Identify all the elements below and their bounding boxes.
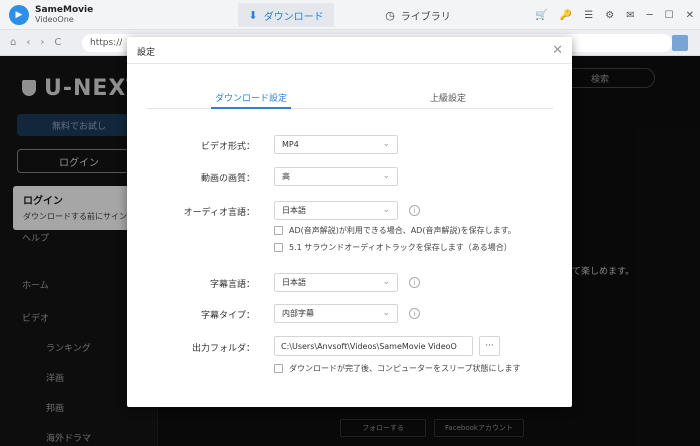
subtitle-type-label: 字幕タイプ： [200, 311, 255, 321]
output-folder-input[interactable]: C:\Users\Anvsoft\Videos\SameMovie VideoO [274, 336, 473, 356]
video-format-value: MP4 [282, 140, 299, 149]
window-controls: 🛒 🔑 ☰ ⚙ ✉ ─ ☐ ✕ [535, 0, 694, 30]
gear-icon[interactable]: ⚙ [605, 10, 614, 21]
subtitle-language-select[interactable]: 日本語 ⌄ [274, 273, 398, 292]
subtitle-language-info-icon[interactable]: i [409, 277, 420, 288]
video-format-label: ビデオ形式： [200, 142, 255, 152]
tab-library-label: ライブラリ [400, 11, 451, 23]
settings-dialog: 設定 ✕ ダウンロード設定 上級設定 ビデオ形式： MP4 ⌄ 動画の画質： 高… [127, 37, 572, 407]
clock-icon: ◷ [385, 8, 395, 22]
ad-checkbox[interactable]: AD(音声解説)が利用できる場合、AD(音声解説)を保存します。 [274, 225, 516, 236]
chevron-down-icon: ⌄ [382, 139, 390, 149]
tab-advanced-settings[interactable]: 上級設定 [430, 91, 466, 104]
chevron-down-icon: ⌄ [382, 308, 390, 318]
tab-library[interactable]: ◷ ライブラリ [378, 3, 458, 27]
sleep-checkbox-label: ダウンロードが完了後、コンピューターをスリープ状態にします [289, 364, 521, 373]
audio-info-icon[interactable]: i [409, 205, 420, 216]
browse-folder-button[interactable]: ··· [479, 336, 500, 356]
reload-icon[interactable]: C [54, 37, 61, 48]
download-icon: ⬇ [248, 8, 258, 22]
ad-checkbox-label: AD(音声解説)が利用できる場合、AD(音声解説)を保存します。 [289, 226, 516, 235]
app-name-main: SameMovie [35, 4, 94, 15]
title-bar: ▶ SameMovie VideoOne ⬇ ダウンロード ◷ ライブラリ 🛒 … [0, 0, 700, 30]
dialog-divider [127, 63, 572, 64]
close-icon[interactable]: ✕ [686, 10, 694, 21]
subtitle-language-label: 字幕言語： [209, 280, 255, 290]
menu-icon[interactable]: ☰ [584, 10, 593, 21]
surround-checkbox-box[interactable] [274, 243, 283, 252]
chevron-down-icon: ⌄ [382, 205, 390, 215]
subtitle-language-value: 日本語 [282, 278, 306, 287]
dialog-close-icon[interactable]: ✕ [552, 43, 563, 58]
sleep-checkbox[interactable]: ダウンロードが完了後、コンピューターをスリープ状態にします [274, 363, 521, 374]
ad-checkbox-box[interactable] [274, 226, 283, 235]
audio-language-value: 日本語 [282, 206, 306, 215]
settings-tabs: ダウンロード設定 上級設定 [147, 91, 553, 109]
tab-download-settings[interactable]: ダウンロード設定 [210, 91, 292, 109]
subtitle-type-value: 内部字幕 [282, 309, 314, 318]
maximize-icon[interactable]: ☐ [665, 10, 674, 21]
minimize-icon[interactable]: ─ [647, 10, 653, 21]
tab-download[interactable]: ⬇ ダウンロード [238, 3, 334, 27]
video-quality-label: 動画の画質： [200, 174, 255, 184]
audio-language-select[interactable]: 日本語 ⌄ [274, 201, 398, 220]
home-icon[interactable]: ⌂ [10, 37, 16, 48]
cart-icon[interactable]: 🛒 [535, 10, 547, 21]
app-name-sub: VideoOne [35, 14, 74, 24]
video-format-select[interactable]: MP4 ⌄ [274, 135, 398, 154]
chevron-down-icon: ⌄ [382, 171, 390, 181]
output-folder-value: C:\Users\Anvsoft\Videos\SameMovie VideoO [281, 341, 457, 351]
subtitle-type-info-icon[interactable]: i [409, 308, 420, 319]
key-icon[interactable]: 🔑 [560, 10, 572, 21]
video-quality-value: 高 [282, 172, 290, 181]
sleep-checkbox-box[interactable] [274, 364, 283, 373]
audio-language-label: オーディオ言語： [183, 208, 255, 218]
surround-checkbox-label: 5.1 サラウンドオーディオトラックを保存します（ある場合） [289, 243, 512, 252]
video-quality-select[interactable]: 高 ⌄ [274, 167, 398, 186]
dialog-title: 設定 [137, 48, 156, 58]
url-text: https:// [90, 38, 123, 48]
app-logo-icon: ▶ [9, 4, 29, 25]
surround-checkbox[interactable]: 5.1 サラウンドオーディオトラックを保存します（ある場合） [274, 242, 512, 253]
chevron-down-icon: ⌄ [382, 277, 390, 287]
mail-icon[interactable]: ✉ [626, 10, 634, 21]
app-name: SameMovie VideoOne [35, 5, 93, 25]
forward-icon[interactable]: › [40, 37, 44, 48]
back-icon[interactable]: ‹ [26, 37, 30, 48]
output-folder-label: 出力フォルダ： [191, 344, 255, 354]
subtitle-type-select[interactable]: 内部字幕 ⌄ [274, 304, 398, 323]
extension-icon[interactable] [672, 35, 688, 51]
tab-download-label: ダウンロード [263, 11, 324, 23]
